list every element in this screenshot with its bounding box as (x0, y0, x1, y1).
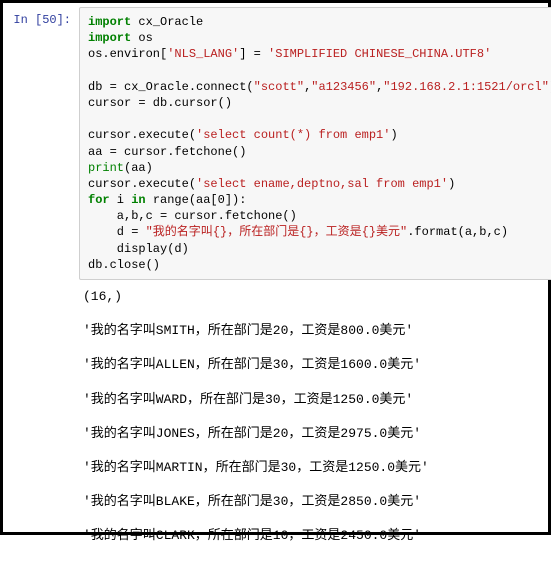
string: "我的名字叫{}，所在部门是{}，工资是{}美元" (146, 225, 408, 239)
code-line: for i in range(aa[0]): (88, 192, 551, 208)
code-text: .format(a,b,c) (407, 225, 508, 239)
input-prompt: In [50]: (7, 7, 79, 562)
output-line: '我的名字叫JONES，所在部门是20，工资是2975.0美元' (83, 425, 551, 443)
code-text: os.environ[ (88, 47, 167, 61)
string: "192.168.2.1:1521/orcl" (383, 80, 549, 94)
code-line: cursor.execute('select count(*) from emp… (88, 127, 551, 143)
string: 'NLS_LANG' (167, 47, 239, 61)
code-line: cursor.execute('select ename,deptno,sal … (88, 176, 551, 192)
output-line: '我的名字叫SMITH，所在部门是20，工资是800.0美元' (83, 322, 551, 340)
output-line: (16,) (83, 288, 551, 306)
code-line: os.environ['NLS_LANG'] = 'SIMPLIFIED CHI… (88, 46, 551, 62)
output-line: '我的名字叫BLAKE，所在部门是30，工资是2850.0美元' (83, 493, 551, 511)
code-text: ) (448, 177, 455, 191)
code-text: i (110, 193, 132, 207)
keyword: for (88, 193, 110, 207)
code-line: print(aa) (88, 160, 551, 176)
code-text: range(aa[0]): (146, 193, 247, 207)
content-area: import cx_Oracle import os os.environ['N… (79, 7, 551, 562)
code-text: ] = (239, 47, 268, 61)
blank-line (88, 63, 551, 79)
string: "a123456" (311, 80, 376, 94)
notebook-cell: In [50]: import cx_Oracle import os os.e… (3, 3, 548, 566)
code-text: cursor.execute( (88, 128, 196, 142)
code-line: cursor = db.cursor() (88, 95, 551, 111)
code-text: ) (390, 128, 397, 142)
code-cell[interactable]: import cx_Oracle import os os.environ['N… (79, 7, 551, 280)
string: 'select count(*) from emp1' (196, 128, 390, 142)
code-line: display(d) (88, 241, 551, 257)
code-line: db.close() (88, 257, 551, 273)
builtin: print (88, 161, 124, 175)
keyword: import (88, 31, 131, 45)
string: "scott" (254, 80, 304, 94)
code-text: os (131, 31, 153, 45)
output-line: '我的名字叫CLARK，所在部门是10，工资是2450.0美元' (83, 527, 551, 545)
code-line: import cx_Oracle (88, 14, 551, 30)
code-text: db = cx_Oracle.connect( (88, 80, 254, 94)
output-area: (16,) '我的名字叫SMITH，所在部门是20，工资是800.0美元' '我… (79, 288, 551, 546)
code-line: aa = cursor.fetchone() (88, 144, 551, 160)
string: 'SIMPLIFIED CHINESE_CHINA.UTF8' (268, 47, 491, 61)
code-text: cursor.execute( (88, 177, 196, 191)
output-line: '我的名字叫MARTIN，所在部门是30，工资是1250.0美元' (83, 459, 551, 477)
output-line: '我的名字叫ALLEN，所在部门是30，工资是1600.0美元' (83, 356, 551, 374)
code-text: d = (88, 225, 146, 239)
output-line: '我的名字叫WARD，所在部门是30，工资是1250.0美元' (83, 391, 551, 409)
code-line: db = cx_Oracle.connect("scott","a123456"… (88, 79, 551, 95)
code-text: cx_Oracle (131, 15, 203, 29)
keyword: in (131, 193, 145, 207)
code-line: d = "我的名字叫{}，所在部门是{}，工资是{}美元".format(a,b… (88, 224, 551, 240)
blank-line (88, 111, 551, 127)
code-line: import os (88, 30, 551, 46)
keyword: import (88, 15, 131, 29)
string: 'select ename,deptno,sal from emp1' (196, 177, 448, 191)
code-text: (aa) (124, 161, 153, 175)
code-line: a,b,c = cursor.fetchone() (88, 208, 551, 224)
